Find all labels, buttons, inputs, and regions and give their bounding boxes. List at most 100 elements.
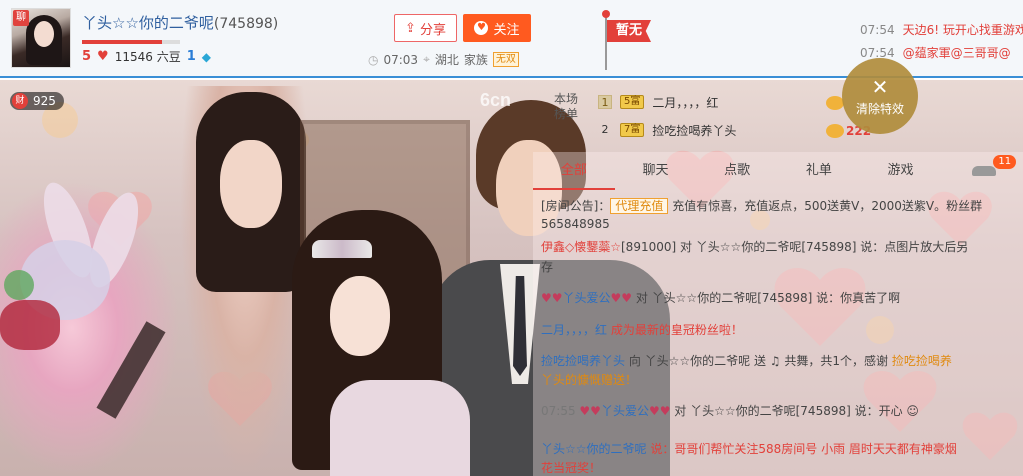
chat-message: ♥♥丫头爱公♥♥ 对 丫头☆☆你的二爷呢[745898] 说：你真苦了啊 <box>541 288 1021 308</box>
close-icon: ✕ <box>871 74 889 99</box>
streamer-name-row: 丫头☆☆你的二爷呢(745898) <box>82 12 278 33</box>
user-nick[interactable]: 伊鑫◇懐鑋蘂☆ <box>541 240 621 254</box>
user-nick[interactable]: 丫头☆☆你的二爷呢 <box>541 442 647 456</box>
share-icon: ⇪ <box>405 20 416 36</box>
toy-green <box>4 270 34 300</box>
stream-time: 07:03 <box>383 52 419 67</box>
streamer-avatar[interactable]: 聊 <box>11 8 71 68</box>
wealth-badge[interactable]: 财 925 <box>10 92 64 110</box>
level-progress-bar <box>82 40 180 44</box>
avatar-face <box>34 21 54 47</box>
rank-flag[interactable]: 暂无 <box>607 20 651 42</box>
tab-gifts[interactable]: 礼单 <box>778 152 860 190</box>
message-time: 07:55 <box>541 404 576 418</box>
tab-all[interactable]: 全部 <box>533 152 615 190</box>
emoji-icon: ☺ <box>902 404 919 418</box>
level-red: 5 <box>82 49 92 64</box>
rank-number: 1 <box>598 95 612 109</box>
diamond-icon: ◆ <box>201 49 211 64</box>
share-label: 分享 <box>419 22 446 38</box>
message-text: 充值有惊喜，充值返点，500送黄V，2000送紫V。粉丝群 <box>672 199 983 213</box>
ticker-time: 07:54 <box>860 23 895 37</box>
hearts-icon: ♥♥ <box>610 291 633 305</box>
flag-ball <box>602 10 610 18</box>
tab-car[interactable]: 11 <box>941 152 1023 190</box>
chat-message: 捡吃捡喝养丫头 向 丫头☆☆你的二爷呢 送 ♫ 共舞，共1个，感谢 捡吃捡喝养 <box>541 351 1021 371</box>
chat-message: 二月，，，，红 成为最新的皇冠粉丝啦！ <box>541 320 1021 340</box>
location: 湖北 <box>434 53 459 67</box>
bride-face <box>330 276 390 356</box>
rank-user-name: 二月，，，，红 <box>652 95 719 110</box>
wealth-level-badge: 7富 <box>620 123 645 137</box>
gift-text: 共舞，共1个，感谢 <box>784 354 892 368</box>
ranking-label[interactable]: 本场榜单 <box>551 92 581 122</box>
heart-icon: ♥ <box>97 49 109 64</box>
user-nick[interactable]: 丫头爱公 <box>601 404 649 418</box>
rank-user-name: 捡吃捡喝养丫头 <box>652 123 737 138</box>
hearts-icon: ♥♥ <box>579 404 601 418</box>
chat-tabs: 全部 聊天 点歌 礼单 游戏 11 <box>533 152 1023 190</box>
flag-pole <box>605 14 607 70</box>
tab-song[interactable]: 点歌 <box>696 152 778 190</box>
wealth-level-badge: 5富 <box>620 95 645 109</box>
meta-row: ◷ 07:03 ⌖ 湖北 家族 无双 <box>368 51 519 68</box>
location-icon: ⌖ <box>423 52 430 66</box>
stats-row: 5 ♥ 11546 六豆 1 ◆ <box>82 48 211 65</box>
follow-button[interactable]: ♥ 关注 <box>463 14 531 42</box>
room-id: (745898) <box>213 16 279 32</box>
user-nick[interactable]: 二月，，，，红 <box>541 323 607 337</box>
user-nick[interactable]: 捡吃捡喝养 <box>892 354 952 368</box>
streamer-name[interactable]: 丫头☆☆你的二爷呢 <box>82 14 214 32</box>
hearts-icon: ♥♥ <box>648 404 671 418</box>
family-badge[interactable]: 无双 <box>492 52 519 67</box>
gift-icon: ♫ <box>769 354 785 368</box>
tab-games[interactable]: 游戏 <box>860 152 942 190</box>
toy-red <box>0 300 60 350</box>
message-text: 存 <box>541 260 554 274</box>
message-text: 565848985 <box>541 217 610 231</box>
clock-icon: ◷ <box>368 52 379 67</box>
chat-message: 565848985 <box>541 214 1021 234</box>
message-text: 对 丫头☆☆你的二爷呢[745898] 说：你真苦了啊 <box>632 291 901 305</box>
bride-dress <box>330 380 470 476</box>
wealth-icon: 财 <box>12 93 28 109</box>
chat-message: 丫头的慷慨赠送！ <box>541 370 1021 390</box>
chat-message: 丫头☆☆你的二爷呢 说：哥哥们帮忙关注588房间号 小雨 眉时天天都有神豪烟 <box>541 439 1021 459</box>
ranking-row[interactable]: 2 7富 捡吃捡喝养丫头 <box>598 119 736 141</box>
streamer-face <box>220 140 282 228</box>
ticker-text: 天边6! 玩开心找重游戏 <box>902 23 1023 37</box>
watermark-logo: 6cn <box>480 90 512 110</box>
chat-message: 07:55 ♥♥丫头爱公♥♥ 对 丫头☆☆你的二爷呢[745898] 说：开心 … <box>541 401 1021 421</box>
ticker-text: @蕴家軍@三哥哥@ <box>902 46 1011 60</box>
message-text: 成为最新的皇冠粉丝啦！ <box>610 323 743 337</box>
ranking-row[interactable]: 1 5富 二月，，，，红 <box>598 91 718 113</box>
ticker-line-1[interactable]: 07:54 天边6! 玩开心找重游戏 <box>860 21 1023 38</box>
chat-panel: 全部 聊天 点歌 礼单 游戏 11 [房间公告]： 代理充值 充值有惊喜，充值返点… <box>533 152 1023 476</box>
notice-tag[interactable]: 代理充值 <box>610 198 669 214</box>
chat-message: 存 <box>541 257 1021 277</box>
user-nick[interactable]: 捡吃捡喝养丫头 <box>541 354 625 368</box>
heart-icon: ♥ <box>474 21 489 35</box>
message-text: 对 丫头☆☆你的二爷呢[745898] 说：开心 <box>670 404 903 418</box>
family-label: 家族 <box>463 53 488 67</box>
message-text: 丫头的慷慨赠送！ <box>541 373 638 387</box>
avatar-badge: 聊 <box>13 10 29 26</box>
clear-effects-label: 清除特效 <box>855 101 904 116</box>
message-text: [891000] 对 丫头☆☆你的二爷呢[745898] 说：点图片放大后另 <box>621 240 969 254</box>
tab-chat[interactable]: 聊天 <box>615 152 697 190</box>
user-nick[interactable]: 丫头爱公 <box>563 291 611 305</box>
wealth-count: 925 <box>33 94 56 108</box>
share-button[interactable]: ⇪ 分享 <box>394 14 457 42</box>
car-icon <box>972 166 997 176</box>
hearts-icon: ♥♥ <box>541 291 563 305</box>
level-blue: 1 <box>186 49 196 64</box>
message-text: 花当冠奖！ <box>541 461 602 475</box>
chat-message: [房间公告]： 代理充值 充值有惊喜，充值返点，500送黄V，2000送紫V。粉丝… <box>541 196 1021 216</box>
clear-effects-button[interactable]: ✕ 清除特效 <box>842 58 918 134</box>
car-count-badge: 11 <box>993 155 1017 169</box>
rank-number: 2 <box>601 123 609 136</box>
message-text: 说：哥哥们帮忙关注588房间号 小雨 眉时天天都有神豪烟 <box>650 442 957 456</box>
bride-crown <box>312 240 372 258</box>
notice-prefix: [房间公告]： <box>541 199 611 213</box>
chat-message: 花当冠奖！ <box>541 458 1021 476</box>
